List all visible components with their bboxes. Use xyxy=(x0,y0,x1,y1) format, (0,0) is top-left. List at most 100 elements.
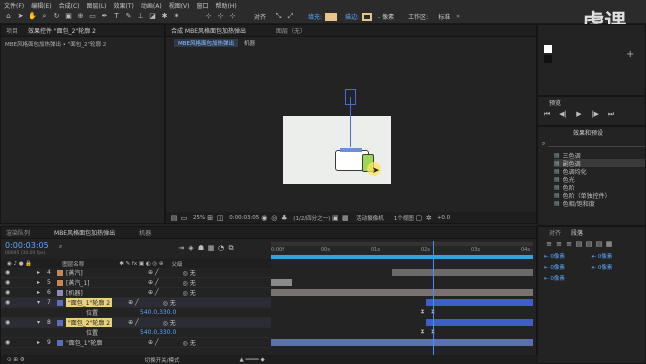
visibility-icon[interactable]: ◉ xyxy=(5,299,23,306)
expand-icon[interactable]: ▸ xyxy=(37,279,47,286)
menu-item-5[interactable]: 动画(A) xyxy=(141,1,162,10)
expand-icon[interactable]: ▾ xyxy=(37,299,47,306)
layer-row[interactable]: 位置 540.0,330.0 xyxy=(1,328,271,338)
toggle-pixel-icon[interactable]: ▢ xyxy=(414,213,424,223)
parent-select[interactable]: ◎ 无 xyxy=(183,268,196,277)
timeline-tab[interactable]: 渲染队列 xyxy=(1,228,35,237)
tab-paragraph[interactable]: 段落 xyxy=(566,228,588,237)
snap-icon[interactable]: ⤡ xyxy=(274,12,283,21)
frame-blending-icon[interactable]: ▦ xyxy=(206,243,216,253)
workspace-menu-icon[interactable]: » xyxy=(456,13,460,20)
layer-switches[interactable]: ⊕ ╱ xyxy=(148,279,159,286)
snap-options-icon[interactable]: ⤢ xyxy=(286,12,295,21)
eraser-tool-icon[interactable]: ◪ xyxy=(148,12,157,21)
paragraph-field[interactable]: ⇤ 0像素 xyxy=(592,252,640,260)
menu-item-8[interactable]: 帮助(H) xyxy=(216,1,237,10)
stroke-width-field[interactable]: - 像素 xyxy=(378,12,394,21)
timeline-search-icon[interactable]: ⌕ xyxy=(59,243,62,251)
align-left-icon[interactable]: ≡ xyxy=(544,239,554,249)
world-axis-icon[interactable]: ⊹ xyxy=(216,12,225,21)
layer-switches[interactable]: ⊕ ╱ xyxy=(148,269,159,276)
menu-item-1[interactable]: 编辑(E) xyxy=(31,1,51,10)
visibility-icon[interactable]: ◉ xyxy=(5,339,23,346)
position-value[interactable]: 540.0,330.0 xyxy=(140,309,176,316)
expand-icon[interactable]: ▸ xyxy=(37,339,47,346)
puppet-tool-icon[interactable]: ✶ xyxy=(172,12,181,21)
menu-item-6[interactable]: 视图(V) xyxy=(169,1,190,10)
layer-row[interactable]: ◉ ▸ 4 [蒸汽] ⊕ ╱ ◎ 无 xyxy=(1,268,271,278)
fit-icon[interactable]: ⊞ xyxy=(205,213,215,223)
label-color-swatch[interactable] xyxy=(57,330,63,336)
label-color-swatch[interactable] xyxy=(57,299,63,306)
pan-behind-tool-icon[interactable]: ⊕ xyxy=(76,12,85,21)
brush-tool-icon[interactable]: ✎ xyxy=(124,12,133,21)
effects-search-icon[interactable]: ⌕ xyxy=(542,140,545,148)
fill-swatch[interactable] xyxy=(325,12,338,21)
expand-icon[interactable]: ▸ xyxy=(37,269,47,276)
comp-viewer[interactable]: ➤ xyxy=(166,49,536,211)
justify-center-icon[interactable]: ▤ xyxy=(584,239,594,249)
layer-switches[interactable]: ⊕ ╱ xyxy=(148,339,159,346)
zoom-slider-icon[interactable]: ▲ ━━━━ ◆ xyxy=(240,357,265,363)
layer-row[interactable]: ◉ ▸ 6 [机器] ⊕ ╱ ◎ 无 xyxy=(1,288,271,298)
timeline-timecode[interactable]: 0:00:03:05 xyxy=(5,241,49,250)
tab-preview[interactable]: 预览 xyxy=(544,98,566,107)
keyframe-icon[interactable]: ⧗ xyxy=(420,308,424,316)
effects-search-input[interactable] xyxy=(548,140,645,147)
align-right-icon[interactable]: ≡ xyxy=(564,239,574,249)
label-color-swatch[interactable] xyxy=(57,310,63,316)
paragraph-field[interactable]: ⇤ 0像素 xyxy=(544,274,592,282)
zoom-tool-icon[interactable]: ⌕ xyxy=(40,12,49,21)
paragraph-field[interactable]: ⇤ 0像素 xyxy=(544,252,592,260)
align-label[interactable]: 对齐 xyxy=(254,12,266,21)
tab-composition[interactable]: 合成 MBE风格面包加热弹出 xyxy=(166,26,251,35)
tab-project[interactable]: 项目 xyxy=(1,26,23,35)
tab-effects-presets[interactable]: 效果和预设 xyxy=(568,128,608,137)
rotate-tool-icon[interactable]: ↻ xyxy=(52,12,61,21)
layer-row[interactable]: 位置 540.0,330.0 xyxy=(1,308,271,318)
menu-item-4[interactable]: 效果(T) xyxy=(114,1,134,10)
label-color-swatch[interactable] xyxy=(57,339,63,346)
preview-control-0-icon[interactable]: ⏮ xyxy=(542,109,552,119)
snapshot-icon[interactable]: ◉ xyxy=(259,213,269,223)
tab-effect-controls[interactable]: 效果控件 "面包_2"轮廓 2 xyxy=(23,26,101,35)
parent-select[interactable]: ◎ 无 xyxy=(163,298,176,307)
always-preview-icon[interactable]: ▤ xyxy=(169,213,179,223)
layer-name[interactable]: "面包_1"轮廓 2 xyxy=(66,298,113,307)
reset-exposure-icon[interactable]: ✲ xyxy=(424,213,434,223)
playhead[interactable] xyxy=(433,241,435,361)
stroke-swatch[interactable] xyxy=(362,12,373,21)
menu-item-0[interactable]: 文件(F) xyxy=(4,1,24,10)
pen-tool-icon[interactable]: ✒ xyxy=(100,12,109,21)
layer-row[interactable]: ◉ ▸ 9 "面包_1"轮廓 ⊕ ╱ ◎ 无 xyxy=(1,338,271,348)
view-axis-icon[interactable]: ⊹ xyxy=(228,12,237,21)
layer-switches[interactable]: ⊕ ╱ xyxy=(128,319,139,326)
time-ruler[interactable]: 0:00f 00s 01s 02s 03s 04s xyxy=(271,241,533,261)
label-color-swatch[interactable] xyxy=(57,289,63,296)
preview-control-3-icon[interactable]: |▶ xyxy=(590,109,600,119)
clone-tool-icon[interactable]: ⊥ xyxy=(136,12,145,21)
zoom-select[interactable]: 25% xyxy=(193,215,205,221)
graph-editor-icon[interactable]: ⧉ xyxy=(226,243,236,253)
monitor-icon[interactable]: ▭ xyxy=(179,213,189,223)
workspace-select[interactable]: 标准 xyxy=(438,12,450,21)
work-area-bar[interactable] xyxy=(271,255,533,259)
position-value[interactable]: 540.0,330.0 xyxy=(140,329,176,336)
layer-row[interactable]: ◉ ▾ 8 "面包_2"轮廓 2 ⊕ ╱ ◎ 无 xyxy=(1,318,271,328)
menu-item-2[interactable]: 合成(C) xyxy=(59,1,80,10)
layer-name[interactable]: [蒸汽_1] xyxy=(66,278,136,287)
layer-switches[interactable]: ⊕ ╱ xyxy=(128,299,139,306)
visibility-icon[interactable]: ◉ xyxy=(5,269,23,276)
col-parent[interactable]: 父级 xyxy=(172,260,183,268)
expand-icon[interactable]: ▸ xyxy=(37,289,47,296)
justify-left-icon[interactable]: ▤ xyxy=(574,239,584,249)
comp-mini-flowchart-icon[interactable]: ⇥ xyxy=(176,243,186,253)
timeline-tab[interactable]: MBE风格面包加热弹出 xyxy=(49,228,120,237)
layer-name[interactable]: "面包_2"轮廓 2 xyxy=(66,318,113,327)
timeline-tab[interactable]: 机器 xyxy=(134,228,156,237)
layer-row[interactable]: ◉ ▸ 5 [蒸汽_1] ⊕ ╱ ◎ 无 xyxy=(1,278,271,288)
preview-control-4-icon[interactable]: ⏭ xyxy=(606,109,616,119)
rectangle-tool-icon[interactable]: ▭ xyxy=(88,12,97,21)
menu-item-7[interactable]: 窗口 xyxy=(196,1,208,10)
preview-control-2-icon[interactable]: ▶ xyxy=(574,109,584,119)
